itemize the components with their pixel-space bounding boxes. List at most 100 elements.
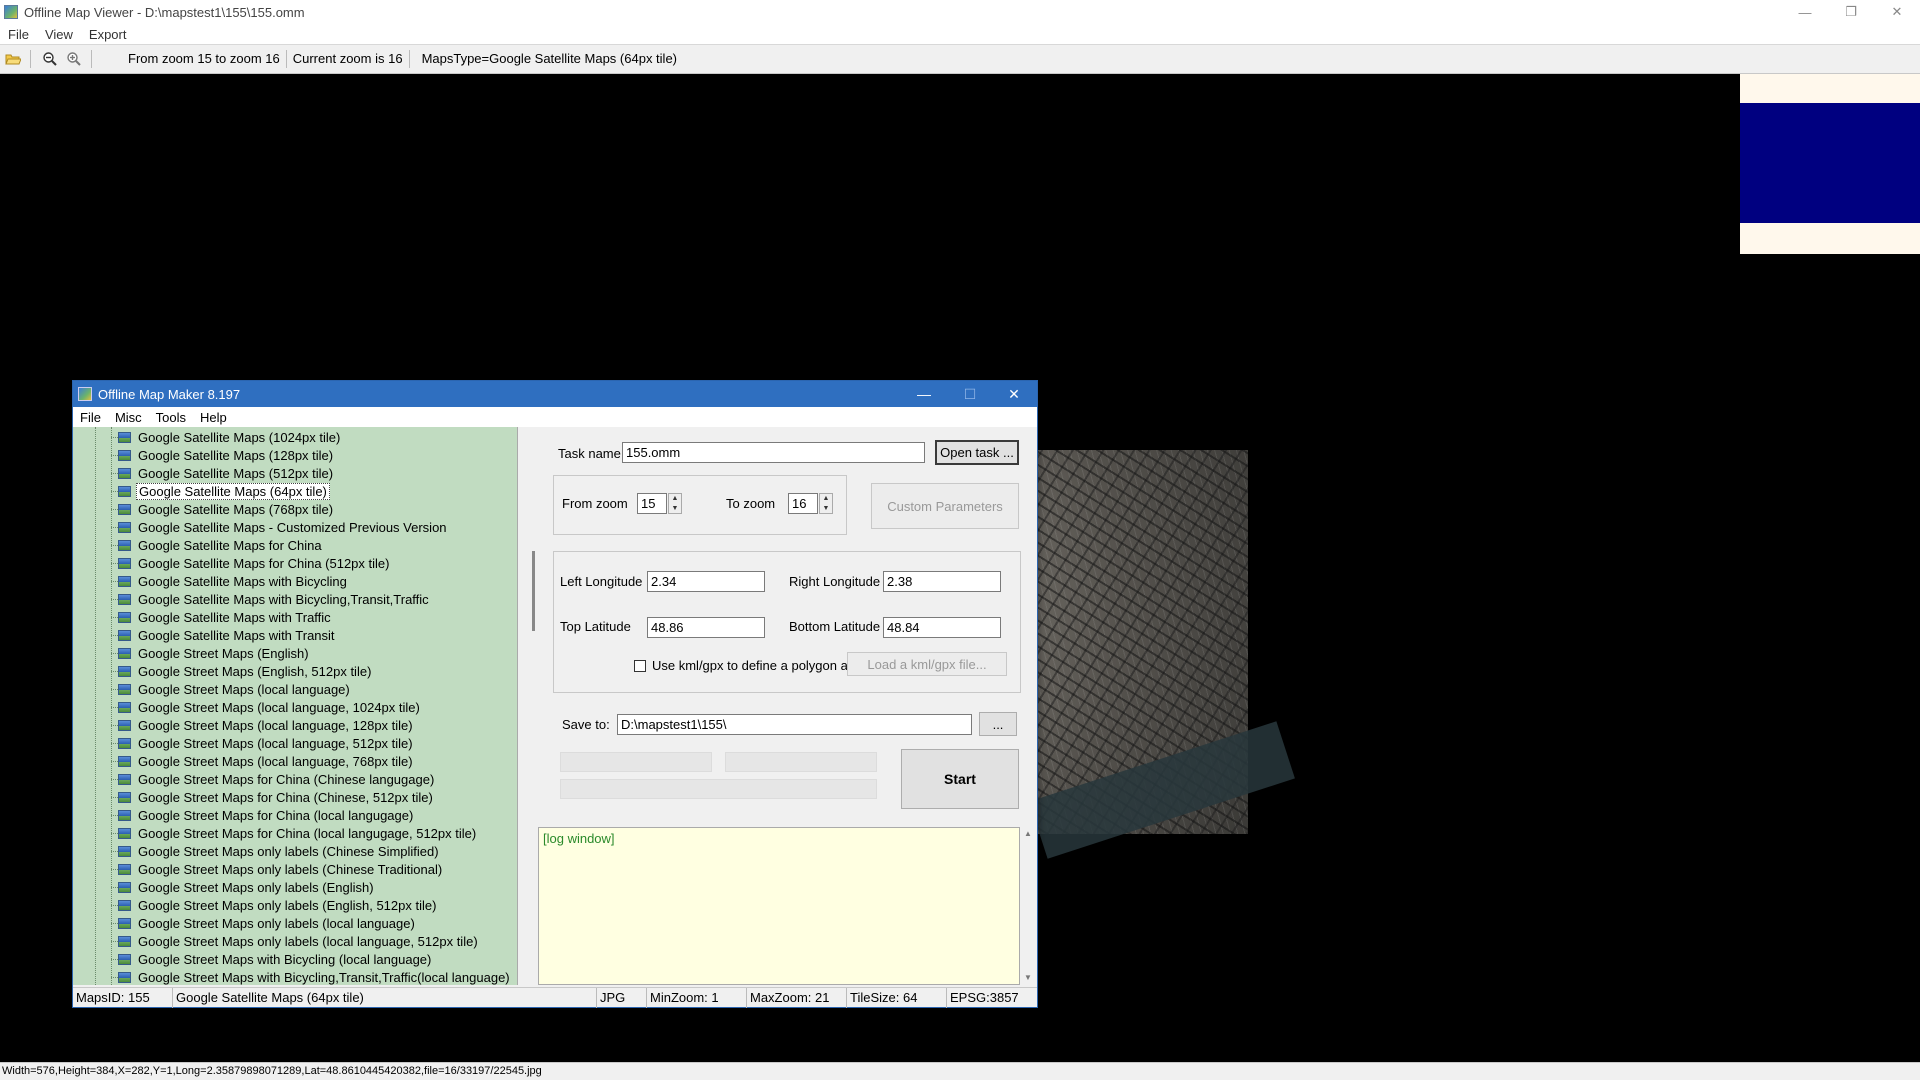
bottom-latitude-input[interactable]: 48.84	[883, 617, 1001, 638]
spin-down-icon[interactable]: ▼	[672, 505, 679, 512]
status-format: JPG	[597, 988, 647, 1008]
tree-item[interactable]: Google Street Maps only labels (local la…	[111, 932, 480, 950]
tree-connector	[111, 779, 118, 780]
tree-connector	[111, 905, 118, 906]
right-longitude-input[interactable]: 2.38	[883, 571, 1001, 592]
open-folder-icon[interactable]	[2, 48, 24, 70]
tree-connector	[111, 473, 118, 474]
menu-view[interactable]: View	[37, 27, 81, 42]
tree-connector	[111, 815, 118, 816]
task-name-input[interactable]: 155.omm	[622, 442, 925, 463]
tree-item[interactable]: Google Street Maps with Bicycling,Transi…	[111, 968, 512, 985]
tree-item[interactable]: Google Street Maps only labels (English)	[111, 878, 376, 896]
tree-item-label: Google Street Maps (English)	[138, 645, 309, 661]
tree-item[interactable]: Google Satellite Maps with Transit	[111, 626, 337, 644]
dialog-minimize-button[interactable]: —	[901, 381, 947, 407]
menu-export[interactable]: Export	[81, 27, 135, 42]
tree-connector	[111, 491, 118, 492]
dialog-maximize-button[interactable]: ☐	[947, 381, 993, 407]
tree-item[interactable]: Google Street Maps only labels (local la…	[111, 914, 417, 932]
tree-item[interactable]: Google Satellite Maps for China (512px t…	[111, 554, 391, 572]
tree-item[interactable]: Google Street Maps (local language, 768p…	[111, 752, 415, 770]
start-button[interactable]: Start	[901, 749, 1019, 809]
from-zoom-spinner[interactable]: ▲ ▼	[668, 493, 682, 514]
top-latitude-input[interactable]: 48.86	[647, 617, 765, 638]
tree-item[interactable]: Google Street Maps with Bicycling (local…	[111, 950, 433, 968]
scroll-up-icon[interactable]: ▲	[1024, 829, 1032, 838]
log-window[interactable]: [log window]	[538, 827, 1020, 985]
tree-item[interactable]: Google Street Maps only labels (Chinese …	[111, 842, 441, 860]
tree-item[interactable]: Google Street Maps (English, 512px tile)	[111, 662, 373, 680]
tree-item[interactable]: Google Satellite Maps (128px tile)	[111, 446, 335, 464]
spin-up-icon[interactable]: ▲	[823, 495, 830, 502]
map-type-tree[interactable]: Google Satellite Maps (1024px tile) Googl…	[73, 427, 518, 985]
tree-item[interactable]: Google Street Maps (English)	[111, 644, 311, 662]
tree-item[interactable]: Google Street Maps for China (Chinese la…	[111, 770, 436, 788]
dialog-title: Offline Map Maker 8.197	[98, 386, 241, 402]
restore-button[interactable]: ❐	[1828, 0, 1874, 24]
kml-checkbox[interactable]	[634, 660, 646, 672]
spin-down-icon[interactable]: ▼	[823, 505, 830, 512]
tree-item[interactable]: Google Street Maps (local language, 128p…	[111, 716, 415, 734]
to-zoom-spinner[interactable]: ▲ ▼	[819, 493, 833, 514]
to-zoom-input[interactable]: 16	[788, 493, 818, 514]
progress-bar-total	[560, 779, 877, 799]
tree-connector	[111, 689, 118, 690]
tree-item[interactable]: Google Satellite Maps with Bicycling,Tra…	[111, 590, 431, 608]
tree-item[interactable]: Google Satellite Maps for China	[111, 536, 324, 554]
tree-item[interactable]: Google Satellite Maps (768px tile)	[111, 500, 335, 518]
tree-item-label: Google Satellite Maps with Bicycling,Tra…	[138, 591, 429, 607]
tree-connector	[111, 941, 118, 942]
tree-item[interactable]: Google Street Maps for China (Chinese, 5…	[111, 788, 435, 806]
spin-up-icon[interactable]: ▲	[672, 495, 679, 502]
dialog-menu-file[interactable]: File	[73, 410, 108, 425]
tree-connector	[111, 635, 118, 636]
tree-item[interactable]: Google Satellite Maps with Bicycling	[111, 572, 349, 590]
log-scrollbar[interactable]: ▲ ▼	[1020, 827, 1037, 985]
tree-item[interactable]: Google Street Maps for China (local lang…	[111, 824, 478, 842]
tree-item[interactable]: Google Street Maps (local language, 1024…	[111, 698, 422, 716]
tree-item[interactable]: Google Satellite Maps - Customized Previ…	[111, 518, 449, 536]
load-kml-button[interactable]: Load a kml/gpx file...	[847, 652, 1007, 676]
zoom-out-icon[interactable]	[39, 48, 61, 70]
tree-scrollbar-thumb[interactable]	[532, 551, 535, 631]
tree-item-label: Google Satellite Maps (64px tile)	[136, 482, 330, 500]
custom-parameters-button[interactable]: Custom Parameters	[871, 483, 1019, 529]
tree-connector	[111, 761, 118, 762]
tree-item[interactable]: Google Street Maps for China (local lang…	[111, 806, 415, 824]
map-type-icon	[118, 737, 131, 749]
from-zoom-input[interactable]: 15	[637, 493, 667, 514]
tree-item[interactable]: Google Street Maps (local language)	[111, 680, 352, 698]
close-button[interactable]: ✕	[1874, 0, 1920, 24]
scroll-down-icon[interactable]: ▼	[1024, 973, 1032, 982]
open-task-button[interactable]: Open task ...	[935, 440, 1019, 465]
status-maps-id: MapsID: 155	[73, 988, 173, 1008]
toolbar: From zoom 15 to zoom 16 Current zoom is …	[0, 44, 1920, 74]
dialog-menu-misc[interactable]: Misc	[108, 410, 149, 425]
tree-item[interactable]: Google Street Maps (local language, 512p…	[111, 734, 415, 752]
menu-bar: File View Export	[0, 24, 1920, 44]
save-to-input[interactable]: D:\mapstest1\155\	[617, 714, 972, 735]
map-type-icon	[118, 665, 131, 677]
tree-item[interactable]: Google Street Maps only labels (English,…	[111, 896, 438, 914]
dialog-menu-tools[interactable]: Tools	[149, 410, 193, 425]
zoom-in-icon[interactable]	[63, 48, 85, 70]
dialog-close-button[interactable]: ✕	[991, 381, 1037, 407]
map-type-icon	[118, 791, 131, 803]
minimize-button[interactable]: —	[1782, 0, 1828, 24]
browse-button[interactable]: ...	[979, 712, 1017, 736]
tree-item[interactable]: Google Satellite Maps (1024px tile)	[111, 428, 342, 446]
tree-item[interactable]: Google Satellite Maps with Traffic	[111, 608, 333, 626]
left-longitude-input[interactable]: 2.34	[647, 571, 765, 592]
map-type-icon	[118, 467, 131, 479]
tree-item[interactable]: Google Street Maps only labels (Chinese …	[111, 860, 444, 878]
tree-connector	[111, 977, 118, 978]
tree-item[interactable]: Google Satellite Maps (512px tile)	[111, 464, 335, 482]
tree-item-label: Google Satellite Maps with Traffic	[138, 609, 331, 625]
dialog-menu-help[interactable]: Help	[193, 410, 234, 425]
menu-file[interactable]: File	[0, 27, 37, 42]
tree-item[interactable]: Google Satellite Maps (64px tile)	[111, 482, 330, 500]
map-type-icon	[118, 917, 131, 929]
toolbar-separator	[30, 50, 31, 68]
tree-item-label: Google Street Maps only labels (local la…	[138, 915, 415, 931]
